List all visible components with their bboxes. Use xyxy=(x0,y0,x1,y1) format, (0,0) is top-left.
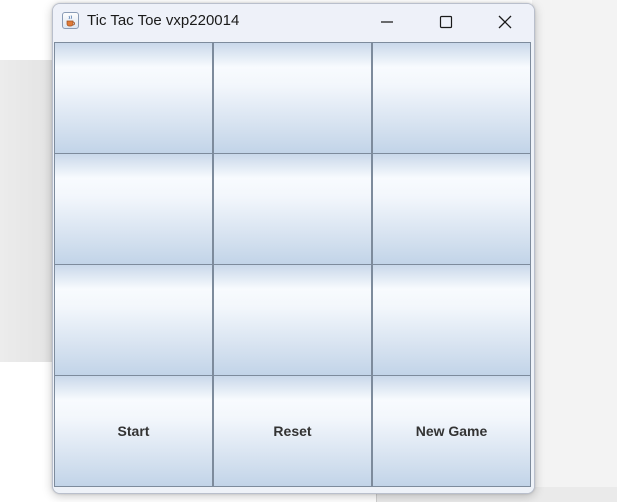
title-bar[interactable]: Tic Tac Toe vxp220014 xyxy=(53,4,534,40)
window-title: Tic Tac Toe vxp220014 xyxy=(87,12,240,29)
board-cell-6[interactable] xyxy=(372,153,531,265)
client-area: Start Reset New Game xyxy=(53,41,534,493)
board-cell-7[interactable] xyxy=(54,264,213,376)
reset-button[interactable]: Reset xyxy=(213,375,372,487)
desktop-background-panel xyxy=(532,0,617,502)
desktop-background-panel xyxy=(0,60,60,362)
app-window: Tic Tac Toe vxp220014 Start Reset New Ga… xyxy=(52,3,535,494)
minimize-icon xyxy=(381,21,393,23)
close-button[interactable] xyxy=(482,4,528,40)
board-cell-8[interactable] xyxy=(213,264,372,376)
board-cell-1[interactable] xyxy=(54,42,213,154)
minimize-button[interactable] xyxy=(364,4,410,40)
java-cup-icon[interactable] xyxy=(62,12,79,29)
start-button[interactable]: Start xyxy=(54,375,213,487)
new-game-button[interactable]: New Game xyxy=(372,375,531,487)
board-cell-5[interactable] xyxy=(213,153,372,265)
board-cell-3[interactable] xyxy=(372,42,531,154)
board-cell-2[interactable] xyxy=(213,42,372,154)
board-cell-9[interactable] xyxy=(372,264,531,376)
maximize-button[interactable] xyxy=(423,4,469,40)
board-cell-4[interactable] xyxy=(54,153,213,265)
maximize-icon xyxy=(439,15,453,29)
close-icon xyxy=(498,15,512,29)
